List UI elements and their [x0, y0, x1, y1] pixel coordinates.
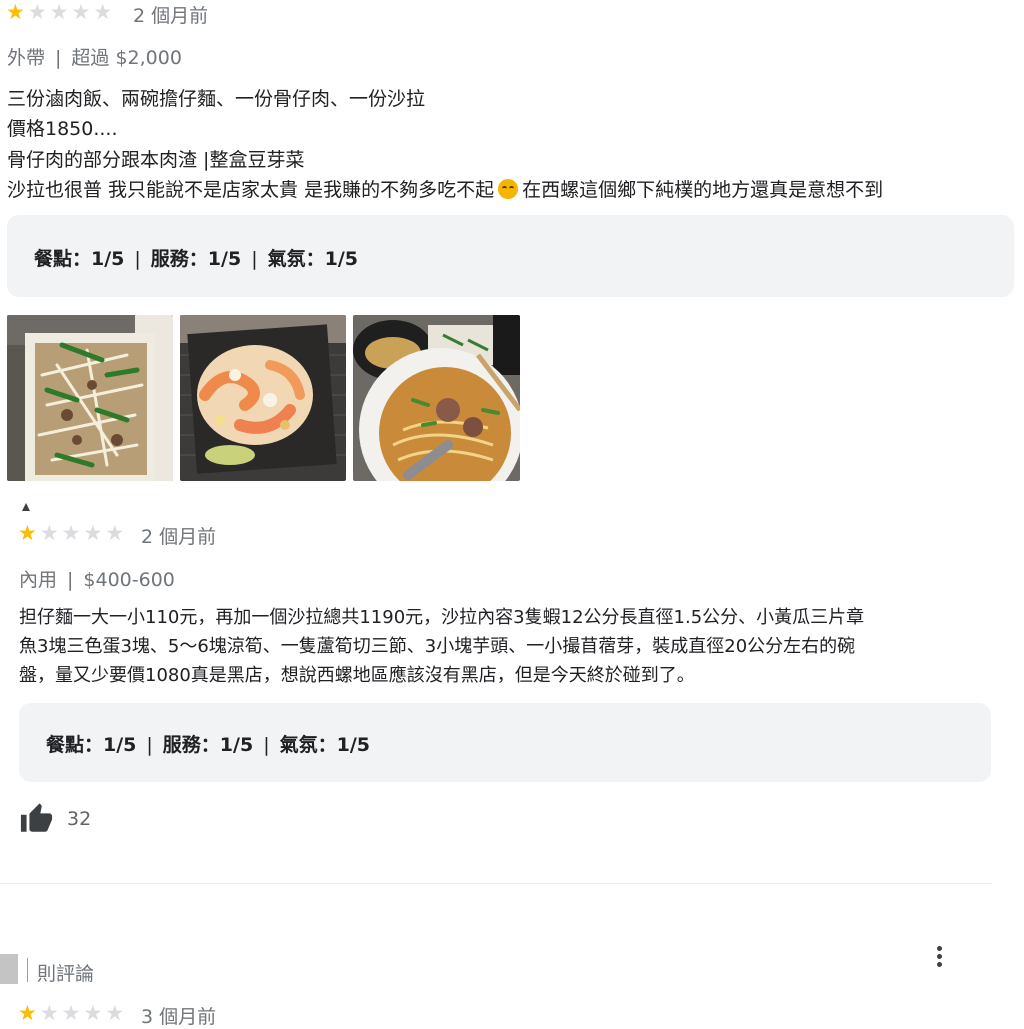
star-icon: ★ — [49, 0, 69, 24]
star-icon: ★ — [39, 1001, 59, 1025]
price-range: $400-600 — [83, 569, 175, 591]
star-icon: ★ — [18, 1001, 37, 1025]
review-text-line: 三份滷肉飯、兩碗擔仔麵、一份骨仔肉、一份沙拉 — [7, 88, 426, 110]
avatar[interactable] — [0, 954, 18, 984]
star-icon: ★ — [61, 521, 81, 545]
food-photo-shrimp-salad — [180, 315, 346, 481]
order-type: 外帶 — [7, 47, 46, 69]
more-options-button[interactable] — [929, 942, 949, 970]
review-text-segment: 在西螺這個鄉下純樸的地方還真是意想不到 — [522, 179, 884, 201]
review-time: 2 個月前 — [133, 5, 209, 27]
star-icon: ★ — [27, 0, 47, 24]
like-count: 32 — [67, 808, 92, 830]
star-icon: ★ — [61, 1001, 81, 1025]
star-icon: ★ — [83, 521, 103, 545]
star-rating: ★ ★ ★ ★ ★ — [18, 1002, 124, 1024]
caret-icon — [22, 503, 30, 511]
separator: | — [251, 248, 258, 270]
embarrassed-emoji-icon — [498, 179, 519, 199]
star-icon: ★ — [105, 1001, 125, 1025]
review-meta: 外帶 | 超過 $2,000 — [7, 43, 182, 70]
review-time: 2 個月前 — [141, 526, 217, 548]
rating-summary: 餐點：1/5 | 服務：1/5 | 氣氛：1/5 — [7, 215, 1014, 297]
star-rating: ★ ★ ★ ★ ★ — [18, 522, 124, 544]
review-photo[interactable] — [180, 315, 346, 481]
review-meta: 內用 | $400-600 — [19, 565, 175, 592]
separator: | — [134, 248, 141, 270]
reviewer-review-count: 則評論 — [37, 963, 95, 985]
review-time: 3 個月前 — [141, 1006, 217, 1028]
review-text-line: 沙拉也很普 我只能說不是店家太貴 是我賺的不夠多吃不起 在西螺這個鄉下純樸的地方還… — [7, 175, 883, 202]
order-type: 內用 — [19, 569, 58, 591]
like-button[interactable]: 32 — [18, 802, 91, 836]
review-text-line: 担仔麵一大一小110元，再加一個沙拉總共1190元，沙拉內容3隻蝦12公分長直徑… — [19, 607, 865, 628]
service-rating: 服務：1/5 — [162, 734, 254, 756]
star-icon: ★ — [6, 0, 25, 24]
more-vert-icon — [936, 945, 942, 967]
rating-summary: 餐點：1/5 | 服務：1/5 | 氣氛：1/5 — [19, 703, 991, 782]
review-text-line: 盤，量又少要價1080真是黑店，想說西螺地區應該沒有黑店，但是今天終於碰到了。 — [19, 665, 695, 686]
review-photo[interactable] — [353, 315, 520, 481]
separator: | — [67, 569, 74, 591]
review-text-line: 魚3塊三色蛋3塊、5～6塊涼筍、一隻蘆筍切三節、3小塊芋頭、一小撮苜蓿芽，裝成直… — [19, 636, 856, 657]
review-photo[interactable] — [7, 315, 173, 481]
thumb-up-icon — [20, 803, 53, 832]
review-text-line: 價格1850.... — [7, 118, 118, 140]
separator-bar — [27, 958, 28, 982]
star-icon: ★ — [105, 521, 125, 545]
review-text-line: 骨仔肉的部分跟本肉渣 |整盒豆芽菜 — [7, 149, 305, 171]
star-icon: ★ — [39, 521, 59, 545]
star-icon: ★ — [71, 0, 91, 24]
rating-breakdown: 餐點：1/5 | 服務：1/5 | 氣氛：1/5 — [46, 730, 370, 757]
food-photo-bean-sprouts — [7, 315, 173, 481]
food-rating: 餐點：1/5 — [34, 248, 125, 270]
review-text-segment: 沙拉也很普 我只能說不是店家太貴 是我賺的不夠多吃不起 — [7, 179, 495, 201]
atmosphere-rating: 氣氛：1/5 — [279, 734, 370, 756]
price-range: 超過 $2,000 — [71, 47, 182, 69]
rating-breakdown: 餐點：1/5 | 服務：1/5 | 氣氛：1/5 — [34, 244, 358, 271]
separator: | — [55, 47, 62, 69]
separator: | — [146, 734, 153, 756]
food-rating: 餐點：1/5 — [46, 734, 137, 756]
atmosphere-rating: 氣氛：1/5 — [267, 248, 358, 270]
service-rating: 服務：1/5 — [150, 248, 242, 270]
star-icon: ★ — [93, 0, 113, 24]
food-photo-noodle-soup — [353, 315, 520, 481]
star-icon: ★ — [18, 521, 37, 545]
separator: | — [263, 734, 270, 756]
review-divider — [0, 883, 992, 884]
star-rating: ★ ★ ★ ★ ★ — [6, 1, 112, 23]
star-icon: ★ — [83, 1001, 103, 1025]
